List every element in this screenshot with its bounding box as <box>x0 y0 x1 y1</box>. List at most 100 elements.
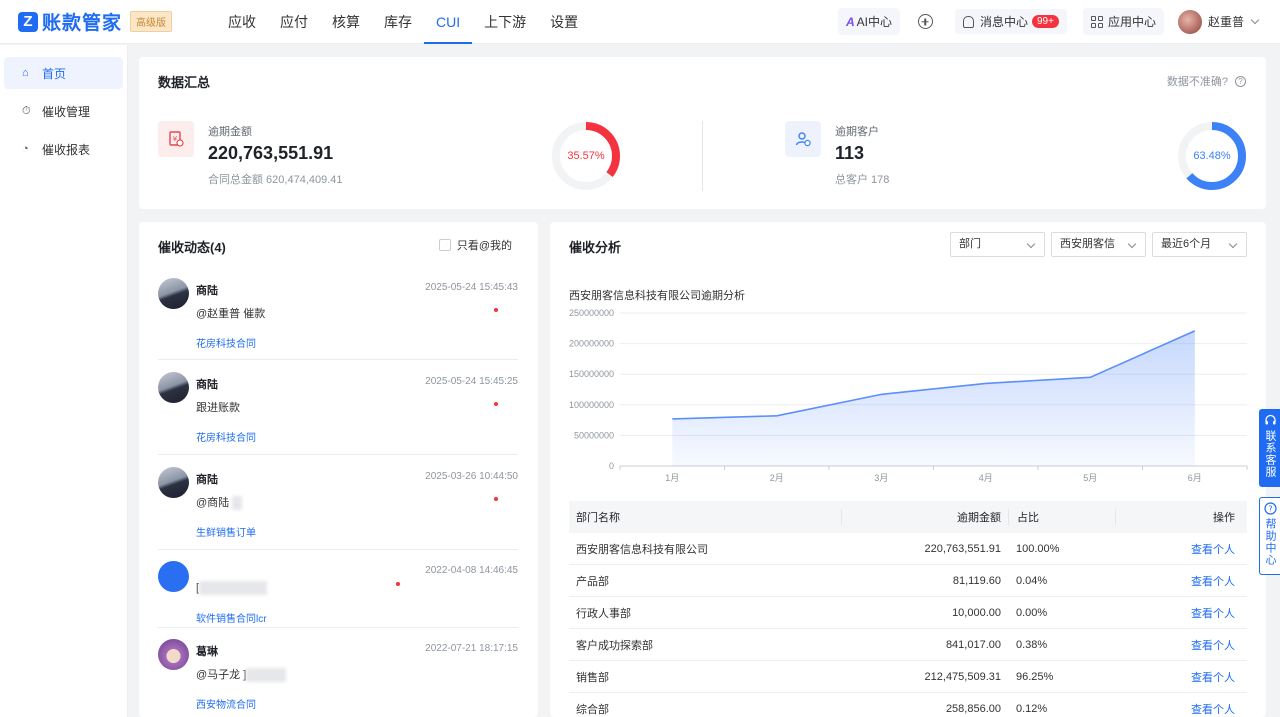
table-cell: 100.00% <box>1016 542 1060 555</box>
redacted-text <box>246 668 287 683</box>
activity-author: 商陆 <box>196 379 218 391</box>
overdue-amount-percent: 35.57% <box>567 150 605 162</box>
sidebar-item-0[interactable]: ⌂ 首页 <box>4 57 123 89</box>
contact-support-label: 联系客服 <box>1264 430 1276 478</box>
activity-item[interactable]: 商陆 2025-05-24 15:45:25 跟进账款 花房科技合同 <box>158 372 518 455</box>
table-row: 客户成功探索部 841,017.00 0.38% 查看个人 <box>569 629 1247 661</box>
department-select[interactable]: 部门 <box>950 232 1045 257</box>
view-person-link[interactable]: 查看个人 <box>1116 573 1247 589</box>
activity-item[interactable]: 葛琳 2022-07-21 18:17:15 @马子龙 ] 西安物流合同 <box>158 639 518 717</box>
help-icon: ? <box>1263 502 1277 515</box>
table-row: 产品部 81,119.60 0.04% 查看个人 <box>569 565 1247 597</box>
department-select-value: 部门 <box>959 238 981 250</box>
activity-text: @赵重普 催款 <box>196 305 265 321</box>
analysis-title: 催收分析 <box>569 240 622 255</box>
table-cell: 客户成功探索部 <box>576 639 653 652</box>
overdue-amount-donut: 35.57% <box>550 120 622 192</box>
table-cell: 0.12% <box>1016 702 1048 715</box>
x-tick-label: 4月 <box>979 473 993 483</box>
data-inaccurate-label: 数据不准确? <box>1166 76 1228 88</box>
company-select[interactable]: 西安朋客信 <box>1051 232 1146 257</box>
sidebar-item-1[interactable]: ⏱ 催收管理 <box>4 95 123 127</box>
column-header: 部门名称 <box>576 512 620 524</box>
add-icon[interactable] <box>917 14 933 29</box>
activity-time: 2025-05-24 15:45:43 <box>425 282 518 293</box>
nav-item-0[interactable]: 应收 <box>216 0 268 44</box>
divider <box>702 121 703 191</box>
contract-link[interactable]: 西安物流合同 <box>196 696 256 711</box>
main-nav: 应收 应付 核算 库存 CUI 上下游 设置 <box>216 0 590 44</box>
y-tick-label: 0 <box>609 461 614 471</box>
svg-text:?: ? <box>1268 505 1272 514</box>
sidebar-item-2[interactable]: ◔ 催收报表 <box>4 133 123 165</box>
activity-author: 商陆 <box>196 285 218 297</box>
overdue-customers-value: 113 <box>835 143 865 163</box>
bell-icon <box>962 15 974 28</box>
only-mentions-checkbox[interactable]: 只看@我的 <box>438 237 512 253</box>
timer-icon: ⏱ <box>22 104 31 117</box>
nav-item-3[interactable]: 库存 <box>372 0 424 44</box>
activity-item[interactable]: 2022-04-08 14:46:45 [软件销售合同lcr <box>158 561 518 628</box>
period-select[interactable]: 最近6个月 <box>1152 232 1247 257</box>
ai-icon: A <box>845 14 855 29</box>
department-table: 部门名称 逾期金额 占比 操作 西安朋客信息科技有限公司 220,763,551.91 10… <box>569 501 1247 717</box>
user-menu[interactable]: 赵重普 <box>1177 9 1260 34</box>
x-tick-label: 5月 <box>1083 473 1097 483</box>
activity-time: 2025-03-26 10:44:50 <box>425 471 518 482</box>
message-center-button[interactable]: 消息中心 99+ <box>954 9 1067 34</box>
table-row: 销售部 212,475,509.31 96.25% 查看个人 <box>569 661 1247 693</box>
contract-link[interactable]: 软件销售合同lcr <box>196 610 267 625</box>
summary-title: 数据汇总 <box>158 75 211 90</box>
avatar <box>158 467 189 498</box>
view-person-link[interactable]: 查看个人 <box>1116 541 1247 557</box>
table-header: 部门名称 逾期金额 占比 操作 <box>569 501 1247 533</box>
data-inaccurate-link[interactable]: 数据不准确? ? <box>1167 73 1246 89</box>
nav-item-1[interactable]: 应付 <box>268 0 320 44</box>
table-cell: 258,856.00 <box>945 702 1001 715</box>
chevron-down-icon <box>1250 15 1260 25</box>
ai-center-button[interactable]: A AI中心 <box>837 8 900 35</box>
activity-item[interactable]: 商陆 2025-05-24 15:45:43 @赵重普 催款 花房科技合同 <box>158 278 518 360</box>
avatar <box>158 278 189 309</box>
table-row: 综合部 258,856.00 0.12% 查看个人 <box>569 693 1247 717</box>
app-center-label: 应用中心 <box>1107 15 1156 29</box>
app-center-button[interactable]: 应用中心 <box>1082 8 1164 35</box>
period-select-value: 最近6个月 <box>1161 238 1212 250</box>
contract-link[interactable]: 花房科技合同 <box>196 429 256 444</box>
view-person-link[interactable]: 查看个人 <box>1116 637 1247 653</box>
overdue-area-chart: 0 50000000 100000000 150000000 200000000 2500… <box>569 308 1248 483</box>
activity-text: @马子龙 ] <box>196 666 287 683</box>
help-center-label: 帮助中心 <box>1264 518 1276 566</box>
activity-author: 葛琳 <box>196 646 218 658</box>
table-cell: 产品部 <box>576 575 609 588</box>
table-cell: 212,475,509.31 <box>924 670 1001 683</box>
sidebar-item-label: 催收管理 <box>42 104 91 119</box>
checkbox-icon[interactable] <box>438 239 451 251</box>
table-cell: 841,017.00 <box>945 638 1001 651</box>
contract-link[interactable]: 生鲜销售订单 <box>196 524 256 539</box>
view-person-link[interactable]: 查看个人 <box>1116 701 1247 717</box>
nav-item-6[interactable]: 设置 <box>538 0 590 44</box>
column-header: 逾期金额 <box>841 509 1008 525</box>
contact-support-button[interactable]: 联系客服 <box>1259 409 1280 487</box>
nav-item-4[interactable]: CUI <box>424 0 473 44</box>
y-tick-label: 150000000 <box>569 369 614 379</box>
report-icon: ◔ <box>22 143 29 155</box>
y-tick-label: 100000000 <box>569 400 614 410</box>
collection-activity-card: 催收动态(4) 只看@我的 商陆 2025-05-24 15:45:43 @赵重普 … <box>139 222 538 717</box>
nav-item-5[interactable]: 上下游 <box>472 0 538 44</box>
contract-link[interactable]: 花房科技合同 <box>196 335 256 350</box>
app-logo[interactable]: Z 账款管家 高级版 <box>18 8 208 35</box>
activity-author: 商陆 <box>196 474 218 486</box>
activity-item[interactable]: 商陆 2025-03-26 10:44:50 @商陆 生鲜销售订单 <box>158 467 518 550</box>
activity-text-content: @赵重普 催款 <box>196 308 266 320</box>
sidebar-item-label: 催收报表 <box>42 142 91 157</box>
unread-dot <box>494 308 498 312</box>
view-person-link[interactable]: 查看个人 <box>1116 669 1247 685</box>
view-person-link[interactable]: 查看个人 <box>1116 605 1247 621</box>
help-center-button[interactable]: ? 帮助中心 <box>1259 497 1280 575</box>
message-count-badge: 99+ <box>1032 15 1059 28</box>
nav-item-2[interactable]: 核算 <box>320 0 372 44</box>
avatar <box>158 372 189 403</box>
table-cell: 10,000.00 <box>952 606 1001 619</box>
